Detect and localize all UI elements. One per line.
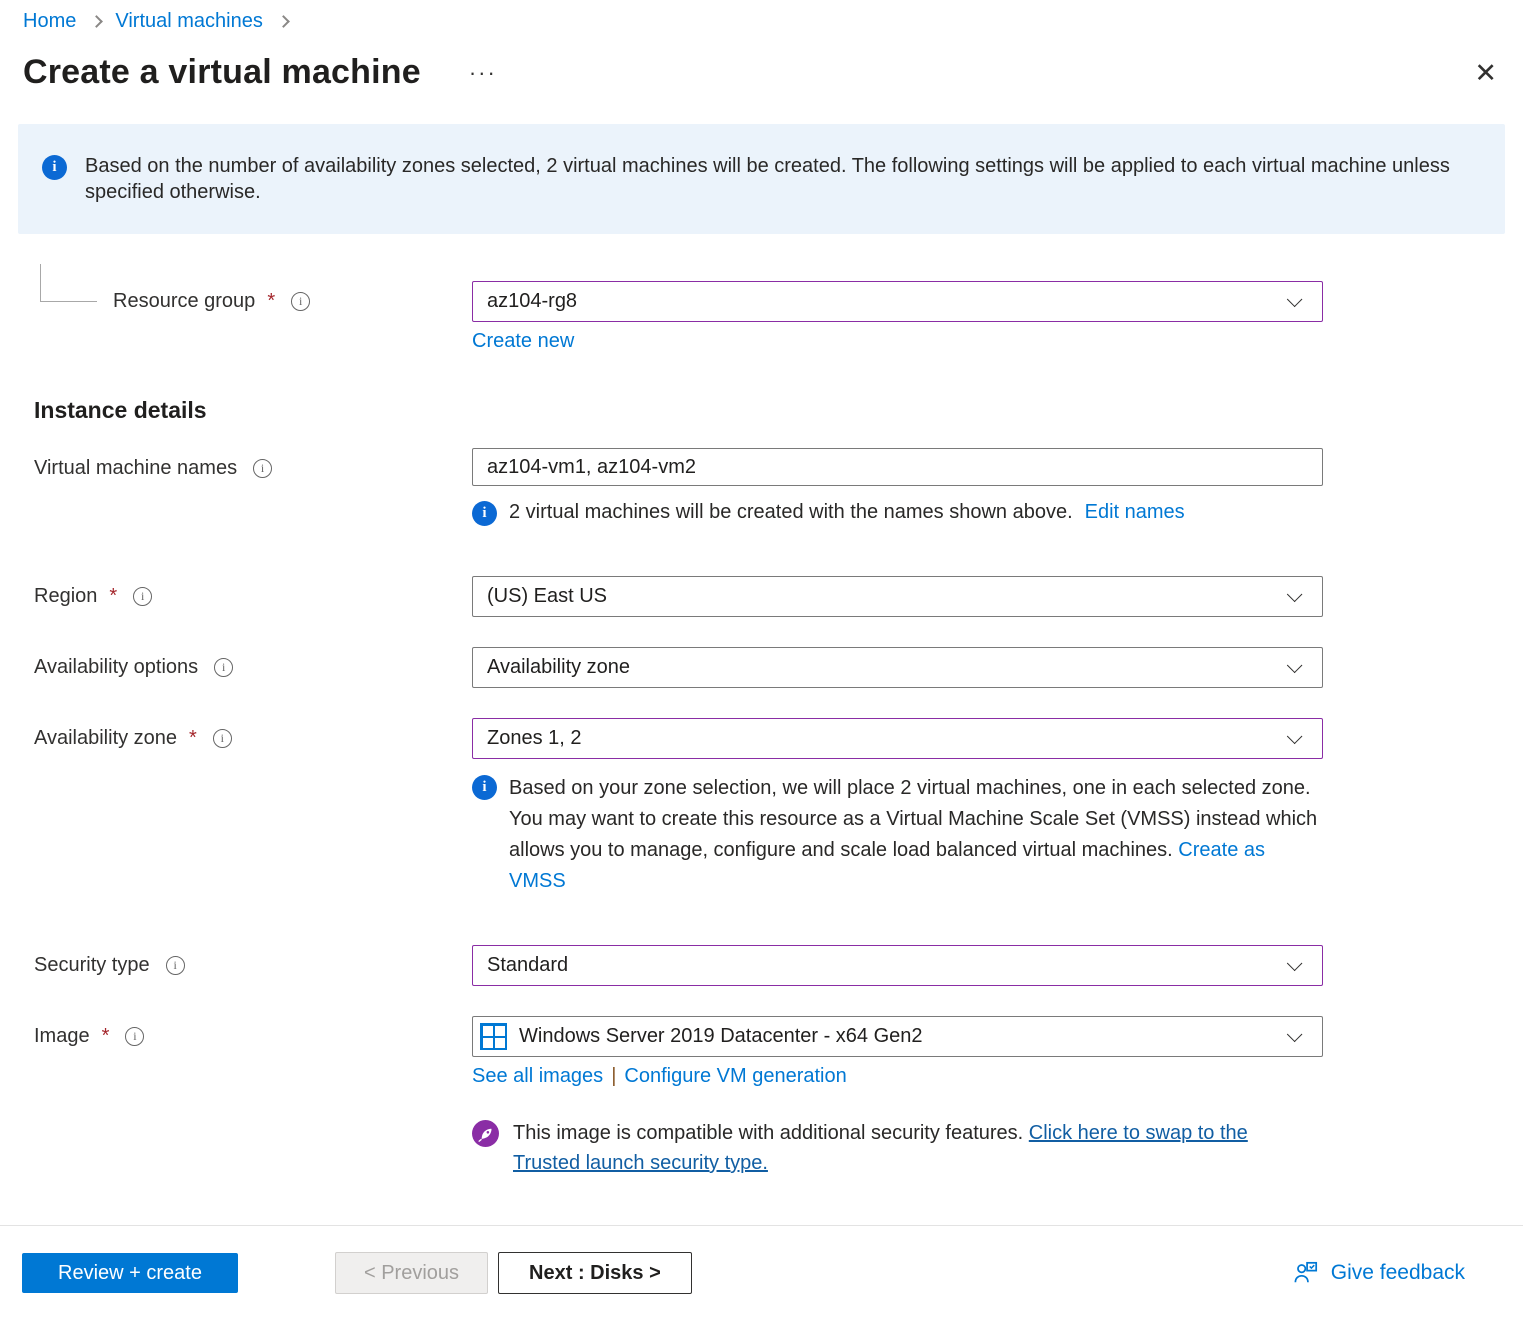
edit-names-link[interactable]: Edit names xyxy=(1085,501,1185,524)
rocket-icon xyxy=(472,1120,499,1147)
image-label: Image xyxy=(34,1025,90,1048)
field-row-resource-group: Resource group * i az104-rg8 Create new xyxy=(34,281,1523,353)
image-note-text: This image is compatible with additional… xyxy=(513,1122,1029,1144)
breadcrumb: Home Virtual machines xyxy=(0,0,1523,33)
see-all-images-link[interactable]: See all images xyxy=(472,1065,603,1087)
availability-options-label: Availability options xyxy=(34,656,198,679)
info-banner-text: Based on the number of availability zone… xyxy=(85,153,1455,205)
info-filled-icon: i xyxy=(472,775,497,800)
page-title: Create a virtual machine xyxy=(23,53,421,92)
availability-zone-value: Zones 1, 2 xyxy=(487,727,1287,750)
wizard-footer: Review + create < Previous Next : Disks … xyxy=(0,1225,1523,1320)
info-filled-icon: i xyxy=(42,155,67,180)
chevron-down-icon xyxy=(1287,729,1303,745)
info-filled-icon: i xyxy=(472,501,497,526)
required-marker: * xyxy=(267,290,275,313)
instance-details-heading: Instance details xyxy=(34,397,1523,424)
required-marker: * xyxy=(189,727,197,750)
vm-names-info-text: 2 virtual machines will be created with … xyxy=(509,501,1073,524)
info-icon[interactable]: i xyxy=(125,1027,144,1046)
region-value: (US) East US xyxy=(487,585,1287,608)
basics-form: Resource group * i az104-rg8 Create new I… xyxy=(34,281,1523,1178)
chevron-down-icon xyxy=(1287,1027,1303,1043)
info-icon[interactable]: i xyxy=(253,459,272,478)
resource-group-dropdown[interactable]: az104-rg8 xyxy=(472,281,1323,322)
field-row-vm-names: Virtual machine names i i 2 virtual mach… xyxy=(34,448,1523,526)
breadcrumb-chevron-icon xyxy=(277,15,290,28)
resource-group-value: az104-rg8 xyxy=(487,290,1287,313)
security-type-label: Security type xyxy=(34,954,150,977)
security-type-value: Standard xyxy=(487,954,1287,977)
vm-names-input[interactable] xyxy=(472,448,1323,486)
review-create-button[interactable]: Review + create xyxy=(22,1253,238,1293)
info-icon[interactable]: i xyxy=(291,292,310,311)
give-feedback-label: Give feedback xyxy=(1331,1261,1465,1285)
availability-zone-info: i Based on your zone selection, we will … xyxy=(472,773,1323,897)
availability-options-value: Availability zone xyxy=(487,656,1287,679)
info-icon[interactable]: i xyxy=(214,658,233,677)
links-separator: | xyxy=(611,1065,616,1087)
feedback-icon xyxy=(1293,1260,1319,1286)
info-icon[interactable]: i xyxy=(133,587,152,606)
field-row-image: Image * i Windows Server 2019 Datacenter … xyxy=(34,1016,1523,1178)
image-value: Windows Server 2019 Datacenter - x64 Gen… xyxy=(519,1025,1287,1048)
image-security-note: This image is compatible with additional… xyxy=(472,1118,1323,1178)
vm-names-info: i 2 virtual machines will be created wit… xyxy=(472,499,1323,526)
title-row: Create a virtual machine ··· xyxy=(23,53,1523,92)
required-marker: * xyxy=(102,1025,110,1048)
breadcrumb-chevron-icon xyxy=(90,15,103,28)
availability-zone-label: Availability zone xyxy=(34,727,177,750)
region-dropdown[interactable]: (US) East US xyxy=(472,576,1323,617)
create-new-link[interactable]: Create new xyxy=(472,330,574,353)
region-label: Region xyxy=(34,585,97,608)
info-icon[interactable]: i xyxy=(166,956,185,975)
field-row-security-type: Security type i Standard xyxy=(34,945,1523,986)
windows-logo-icon xyxy=(480,1023,507,1050)
field-row-region: Region * i (US) East US xyxy=(34,576,1523,617)
vm-names-label: Virtual machine names xyxy=(34,457,237,480)
tree-connector-line xyxy=(40,264,97,302)
info-banner: i Based on the number of availability zo… xyxy=(18,124,1505,234)
give-feedback-link[interactable]: Give feedback xyxy=(1293,1260,1465,1286)
create-vm-page: Home Virtual machines Create a virtual m… xyxy=(0,0,1523,1320)
more-options-icon[interactable]: ··· xyxy=(469,60,497,86)
breadcrumb-link-home[interactable]: Home xyxy=(23,10,76,33)
image-links: See all images | Configure VM generation xyxy=(472,1065,1323,1088)
security-type-dropdown[interactable]: Standard xyxy=(472,945,1323,986)
chevron-down-icon xyxy=(1287,292,1303,308)
availability-options-dropdown[interactable]: Availability zone xyxy=(472,647,1323,688)
image-dropdown[interactable]: Windows Server 2019 Datacenter - x64 Gen… xyxy=(472,1016,1323,1057)
configure-vm-generation-link[interactable]: Configure VM generation xyxy=(624,1065,846,1087)
availability-zone-dropdown[interactable]: Zones 1, 2 xyxy=(472,718,1323,759)
close-icon[interactable]: ✕ xyxy=(1474,58,1497,89)
field-row-availability-zone: Availability zone * i Zones 1, 2 i Based … xyxy=(34,718,1523,897)
next-disks-button[interactable]: Next : Disks > xyxy=(498,1252,692,1294)
resource-group-label: Resource group xyxy=(113,290,255,313)
breadcrumb-link-virtual-machines[interactable]: Virtual machines xyxy=(115,10,262,33)
chevron-down-icon xyxy=(1287,956,1303,972)
chevron-down-icon xyxy=(1287,587,1303,603)
chevron-down-icon xyxy=(1287,658,1303,674)
previous-button[interactable]: < Previous xyxy=(335,1252,488,1294)
info-icon[interactable]: i xyxy=(213,729,232,748)
field-row-availability-options: Availability options i Availability zone xyxy=(34,647,1523,688)
required-marker: * xyxy=(109,585,117,608)
